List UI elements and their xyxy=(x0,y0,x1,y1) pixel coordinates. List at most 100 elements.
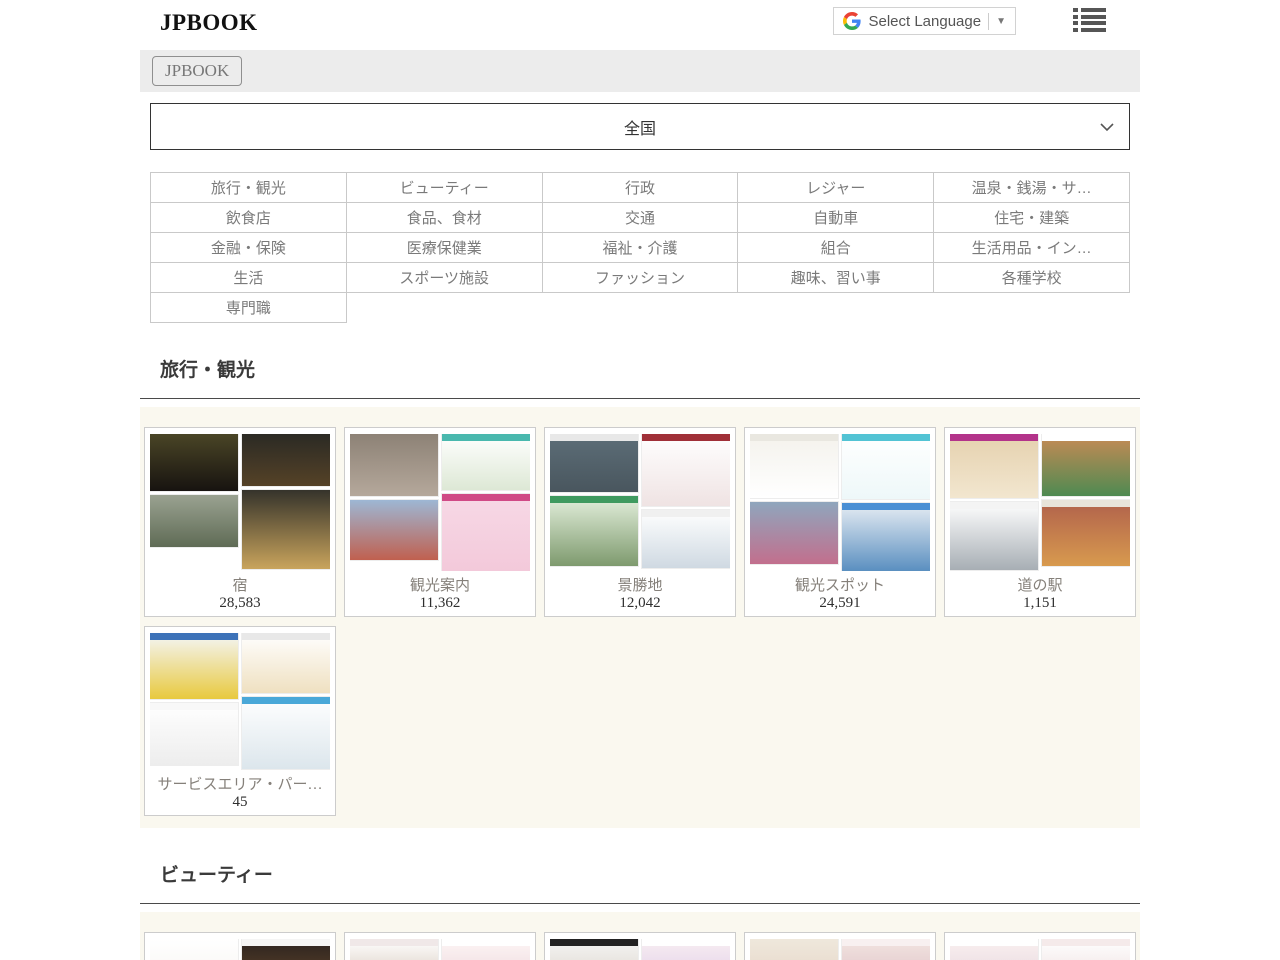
website-thumbnail xyxy=(750,502,838,564)
card-panel: 宿28,583観光案内11,362景勝地12,042観光スポット24,591道の… xyxy=(140,407,1140,828)
website-thumbnail xyxy=(242,633,330,693)
grid-empty-cell xyxy=(346,293,542,323)
thumbnail-grid xyxy=(750,434,930,571)
category-link[interactable]: ビューティー xyxy=(346,173,542,203)
thumbnail-grid xyxy=(150,434,330,571)
thumbnail-grid xyxy=(350,434,530,571)
list-menu-icon[interactable] xyxy=(1073,8,1106,32)
website-thumbnail xyxy=(642,510,730,568)
thumbnail-grid xyxy=(550,939,730,960)
category-link[interactable]: 自動車 xyxy=(738,203,934,233)
thumbnail-grid xyxy=(950,434,1130,571)
category-link[interactable]: 金融・保険 xyxy=(151,233,347,263)
category-grid: 旅行・観光ビューティー行政レジャー温泉・銭湯・サ… 飲食店食品、食材交通自動車住宅… xyxy=(150,172,1130,323)
website-thumbnail xyxy=(950,434,1038,498)
website-thumbnail xyxy=(242,490,330,569)
website-thumbnail xyxy=(950,939,1038,960)
section-title: 旅行・観光 xyxy=(160,355,1140,382)
breadcrumb-home-button[interactable]: JPBOOK xyxy=(152,56,242,86)
category-link[interactable]: 行政 xyxy=(542,173,738,203)
category-link[interactable]: 旅行・観光 xyxy=(151,173,347,203)
main-content: 全国 旅行・観光ビューティー行政レジャー温泉・銭湯・サ…飲食店食品、食材交通自動… xyxy=(140,103,1140,960)
category-link[interactable]: ファッション xyxy=(542,263,738,293)
card-count: 1,151 xyxy=(950,595,1130,612)
category-link[interactable]: 医療保健業 xyxy=(346,233,542,263)
subcategory-card[interactable]: 景勝地12,042 xyxy=(544,427,736,617)
website-thumbnail xyxy=(350,434,438,496)
category-link[interactable]: 趣味、習い事 xyxy=(738,263,934,293)
website-thumbnail xyxy=(842,503,930,571)
chevron-down-icon xyxy=(1098,118,1116,136)
list-row xyxy=(1073,21,1106,25)
subcategory-card[interactable] xyxy=(944,932,1136,960)
site-logo[interactable]: JPBOOK xyxy=(140,0,258,36)
website-thumbnail xyxy=(150,434,238,491)
subcategory-card[interactable]: 観光案内11,362 xyxy=(344,427,536,617)
category-link[interactable]: レジャー xyxy=(738,173,934,203)
category-link[interactable]: 飲食店 xyxy=(151,203,347,233)
card-label: サービスエリア・パー… xyxy=(150,775,330,794)
website-thumbnail xyxy=(842,939,930,960)
category-link[interactable]: 専門職 xyxy=(151,293,347,323)
card-label: 道の駅 xyxy=(950,576,1130,595)
category-link[interactable]: 生活 xyxy=(151,263,347,293)
website-thumbnail xyxy=(242,939,330,960)
website-thumbnail xyxy=(950,502,1038,570)
website-thumbnail xyxy=(642,939,730,960)
card-count: 12,042 xyxy=(550,595,730,612)
region-select-value: 全国 xyxy=(624,115,656,139)
card-count: 28,583 xyxy=(150,595,330,612)
subcategory-card[interactable]: 観光スポット24,591 xyxy=(744,427,936,617)
website-thumbnail xyxy=(642,434,730,506)
category-link[interactable]: スポーツ施設 xyxy=(346,263,542,293)
category-link[interactable]: 温泉・銭湯・サ… xyxy=(934,173,1130,203)
website-thumbnail xyxy=(150,495,238,547)
category-link[interactable]: 組合 xyxy=(738,233,934,263)
subcategory-card[interactable]: 道の駅1,151 xyxy=(944,427,1136,617)
translate-divider xyxy=(988,13,989,30)
category-link[interactable]: 福祉・介護 xyxy=(542,233,738,263)
grid-empty-cell xyxy=(934,293,1130,323)
translate-dropdown-arrow: ▼ xyxy=(996,16,1006,27)
subcategory-card[interactable]: サービスエリア・パー…45 xyxy=(144,626,336,816)
page-header: JPBOOK Select Language ▼ xyxy=(140,0,1140,50)
website-thumbnail xyxy=(442,939,530,960)
website-thumbnail xyxy=(242,434,330,486)
card-panel xyxy=(140,912,1140,960)
breadcrumb: JPBOOK xyxy=(140,50,1140,92)
website-thumbnail xyxy=(1042,434,1130,496)
subcategory-card[interactable] xyxy=(744,932,936,960)
category-sections: 旅行・観光宿28,583観光案内11,362景勝地12,042観光スポット24,… xyxy=(140,355,1140,960)
website-thumbnail xyxy=(442,494,530,571)
thumbnail-grid xyxy=(150,939,330,960)
list-row xyxy=(1073,28,1106,32)
subcategory-card[interactable]: 宿28,583 xyxy=(144,427,336,617)
website-thumbnail xyxy=(150,703,238,765)
google-translate-widget[interactable]: Select Language ▼ xyxy=(833,7,1016,35)
category-link[interactable]: 交通 xyxy=(542,203,738,233)
region-select[interactable]: 全国 xyxy=(150,103,1130,150)
category-link[interactable]: 生活用品・イン… xyxy=(934,233,1130,263)
website-thumbnail xyxy=(442,434,530,490)
category-link[interactable]: 各種学校 xyxy=(934,263,1130,293)
card-count: 24,591 xyxy=(750,595,930,612)
google-logo-icon xyxy=(843,12,861,30)
card-count: 45 xyxy=(150,794,330,811)
category-link[interactable]: 食品、食材 xyxy=(346,203,542,233)
subcategory-card[interactable] xyxy=(544,932,736,960)
thumbnail-grid xyxy=(350,939,530,960)
thumbnail-grid xyxy=(550,434,730,571)
website-thumbnail xyxy=(550,434,638,492)
category-link[interactable]: 住宅・建築 xyxy=(934,203,1130,233)
section-title: ビューティー xyxy=(160,860,1140,887)
list-row xyxy=(1073,8,1106,12)
card-count: 11,362 xyxy=(350,595,530,612)
website-thumbnail xyxy=(350,500,438,560)
thumbnail-grid xyxy=(950,939,1130,960)
grid-empty-cell xyxy=(738,293,934,323)
section-divider xyxy=(140,903,1140,904)
website-thumbnail xyxy=(550,939,638,960)
subcategory-card[interactable] xyxy=(344,932,536,960)
subcategory-card[interactable] xyxy=(144,932,336,960)
website-thumbnail xyxy=(750,434,838,498)
